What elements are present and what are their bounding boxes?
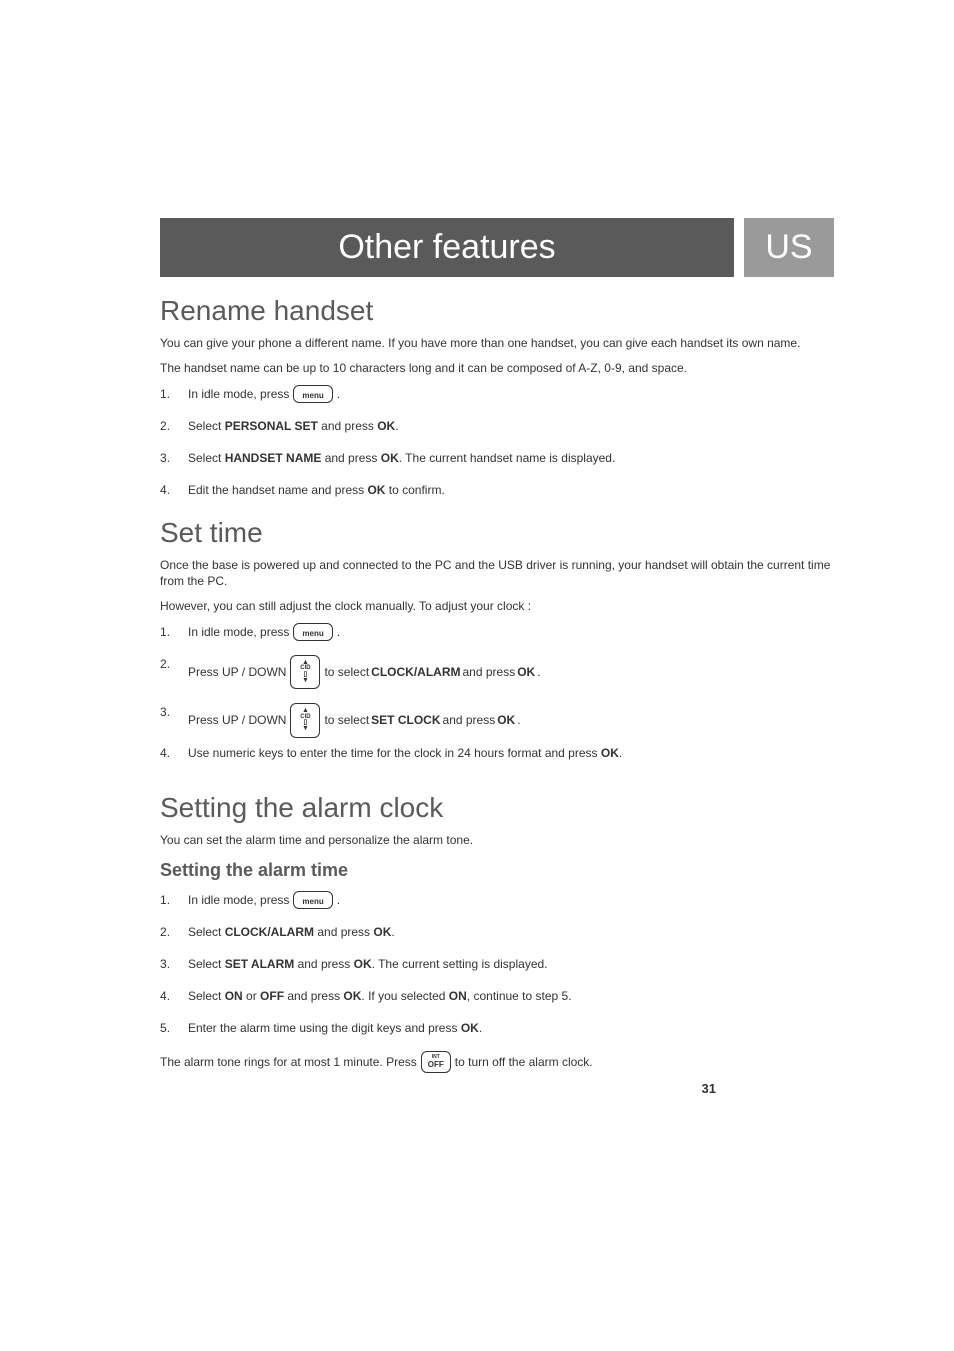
alarm-intro-1: You can set the alarm time and personali… (160, 832, 834, 849)
updown-key-icon: ▲ CID ▯ ▼ (290, 703, 320, 737)
step-text: . (337, 623, 340, 641)
ok-label: OK (373, 925, 391, 939)
region-badge: US (744, 218, 834, 277)
step-text: Enter the alarm time using the digit key… (188, 1021, 461, 1035)
updown-key-icon: ▲ CID ▯ ▼ (290, 655, 320, 689)
off-label: OFF (428, 1061, 444, 1069)
settime-intro-1: Once the base is powered up and connecte… (160, 557, 834, 591)
on-label: ON (449, 989, 467, 1003)
step-text: Select (188, 989, 225, 1003)
ok-label: OK (517, 663, 535, 681)
menu-item: HANDSET NAME (225, 451, 322, 465)
footer-text: to turn off the alarm clock. (455, 1054, 593, 1071)
ok-label: OK (461, 1021, 479, 1035)
rename-step-4: Edit the handset name and press OK to co… (160, 481, 834, 499)
step-text: . (537, 663, 540, 681)
step-text: to confirm. (385, 483, 444, 497)
step-text: . The current handset name is displayed. (399, 451, 616, 465)
step-text: and press (284, 989, 343, 1003)
rename-intro-1: You can give your phone a different name… (160, 335, 834, 352)
alarm-step-2: Select CLOCK/ALARM and press OK. (160, 923, 834, 941)
step-text: Edit the handset name and press (188, 483, 367, 497)
step-text: or (243, 989, 260, 1003)
settime-step-4: Use numeric keys to enter the time for t… (160, 744, 834, 762)
step-text: to select (324, 711, 369, 729)
alarm-step-1: In idle mode, press menu . (160, 891, 834, 909)
step-text: Use numeric keys to enter the time for t… (188, 746, 601, 760)
step-text: to select (324, 663, 369, 681)
alarm-step-5: Enter the alarm time using the digit key… (160, 1019, 834, 1037)
ok-label: OK (367, 483, 385, 497)
menu-key-icon: menu (293, 623, 332, 641)
down-arrow-icon: ▼ (297, 678, 313, 684)
down-arrow-icon: ▼ (297, 726, 313, 732)
rename-intro-2: The handset name can be up to 10 charact… (160, 360, 834, 377)
settime-steps: In idle mode, press menu . Press UP / DO… (160, 623, 834, 762)
menu-item: SET ALARM (225, 957, 295, 971)
step-text: , continue to step 5. (467, 989, 572, 1003)
step-text: Select (188, 925, 225, 939)
rename-step-1: In idle mode, press menu . (160, 385, 834, 403)
settime-step-3: Press UP / DOWN ▲ CID ▯ ▼ to select SET … (160, 703, 834, 737)
settime-intro-2: However, you can still adjust the clock … (160, 598, 834, 615)
alarm-steps: In idle mode, press menu . Select CLOCK/… (160, 891, 834, 1037)
alarm-step-4: Select ON or OFF and press OK. If you se… (160, 987, 834, 1005)
title-bar: Other features US (160, 218, 834, 277)
rename-steps: In idle mode, press menu . Select PERSON… (160, 385, 834, 499)
page-number: 31 (702, 1081, 716, 1096)
ok-label: OK (354, 957, 372, 971)
chapter-title: Other features (160, 218, 734, 277)
step-text: . (479, 1021, 482, 1035)
off-key-icon: INT OFF (421, 1051, 451, 1073)
settime-step-2: Press UP / DOWN ▲ CID ▯ ▼ to select CLOC… (160, 655, 834, 689)
step-text: In idle mode, press (188, 385, 289, 403)
rename-step-2: Select PERSONAL SET and press OK. (160, 417, 834, 435)
menu-item: CLOCK/ALARM (225, 925, 314, 939)
settime-heading: Set time (160, 517, 834, 549)
page-content: Other features US Rename handset You can… (0, 0, 954, 1141)
step-text: . (337, 385, 340, 403)
step-text: . (395, 419, 398, 433)
on-label: ON (225, 989, 243, 1003)
step-text: and press (314, 925, 373, 939)
step-text: . The current setting is displayed. (372, 957, 548, 971)
settime-step-1: In idle mode, press menu . (160, 623, 834, 641)
menu-item: CLOCK/ALARM (371, 663, 460, 681)
step-text: Press UP / DOWN (188, 711, 286, 729)
step-text: Press UP / DOWN (188, 663, 286, 681)
ok-label: OK (497, 711, 515, 729)
off-label: OFF (260, 989, 284, 1003)
menu-item: SET CLOCK (371, 711, 440, 729)
menu-key-icon: menu (293, 891, 332, 909)
step-text: . (391, 925, 394, 939)
alarm-subheading: Setting the alarm time (160, 860, 834, 881)
menu-item: PERSONAL SET (225, 419, 318, 433)
step-text: Select (188, 957, 225, 971)
ok-label: OK (601, 746, 619, 760)
step-text: and press (318, 419, 377, 433)
step-text: and press (294, 957, 353, 971)
step-text: . (337, 891, 340, 909)
step-text: and press (321, 451, 380, 465)
step-text: Select (188, 451, 225, 465)
ok-label: OK (377, 419, 395, 433)
step-text: Select (188, 419, 225, 433)
step-text: In idle mode, press (188, 891, 289, 909)
alarm-heading: Setting the alarm clock (160, 792, 834, 824)
menu-key-icon: menu (293, 385, 332, 403)
ok-label: OK (381, 451, 399, 465)
step-text: In idle mode, press (188, 623, 289, 641)
rename-step-3: Select HANDSET NAME and press OK. The cu… (160, 449, 834, 467)
footer-text: The alarm tone rings for at most 1 minut… (160, 1054, 417, 1071)
step-text: and press (463, 663, 516, 681)
alarm-footer: The alarm tone rings for at most 1 minut… (160, 1051, 834, 1073)
rename-heading: Rename handset (160, 295, 834, 327)
step-text: . If you selected (361, 989, 448, 1003)
step-text: . (517, 711, 520, 729)
ok-label: OK (343, 989, 361, 1003)
alarm-step-3: Select SET ALARM and press OK. The curre… (160, 955, 834, 973)
step-text: . (619, 746, 622, 760)
step-text: and press (443, 711, 496, 729)
